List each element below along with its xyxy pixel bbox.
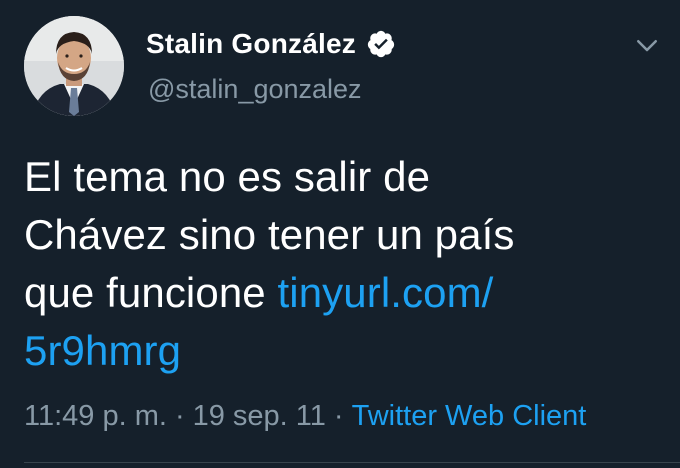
tweet-metadata: 11:49 p. m. · 19 sep. 11 · Twitter Web C…	[24, 400, 586, 433]
display-name[interactable]: Stalin González	[146, 28, 356, 60]
chevron-down-icon[interactable]	[632, 30, 662, 60]
tweet-text-line: que funcione tinyurl.com/	[24, 264, 664, 322]
tweet-date[interactable]: 19 sep. 11	[193, 400, 326, 433]
tweet-text: El tema no es salir de Chávez sino tener…	[24, 148, 664, 380]
tweet-link-continuation[interactable]: 5r9hmrg	[24, 322, 664, 380]
verified-badge-icon	[366, 29, 396, 59]
divider	[24, 462, 680, 463]
tweet-text-segment: que funcione	[24, 269, 278, 316]
author-row: Stalin González	[146, 24, 396, 64]
tweet-text-line: El tema no es salir de	[24, 153, 431, 200]
tweet-time[interactable]: 11:49 p. m.	[24, 400, 167, 433]
tweet-source-link[interactable]: Twitter Web Client	[352, 400, 587, 433]
tweet-card: Stalin González @stalin_gonzalez El tema…	[0, 0, 680, 468]
separator-dot: ·	[333, 400, 344, 432]
username-handle[interactable]: @stalin_gonzalez	[148, 74, 362, 105]
tweet-link[interactable]: tinyurl.com/	[278, 269, 494, 316]
separator-dot: ·	[174, 400, 185, 432]
avatar[interactable]	[24, 16, 124, 116]
tweet-text-line: Chávez sino tener un país	[24, 211, 515, 258]
